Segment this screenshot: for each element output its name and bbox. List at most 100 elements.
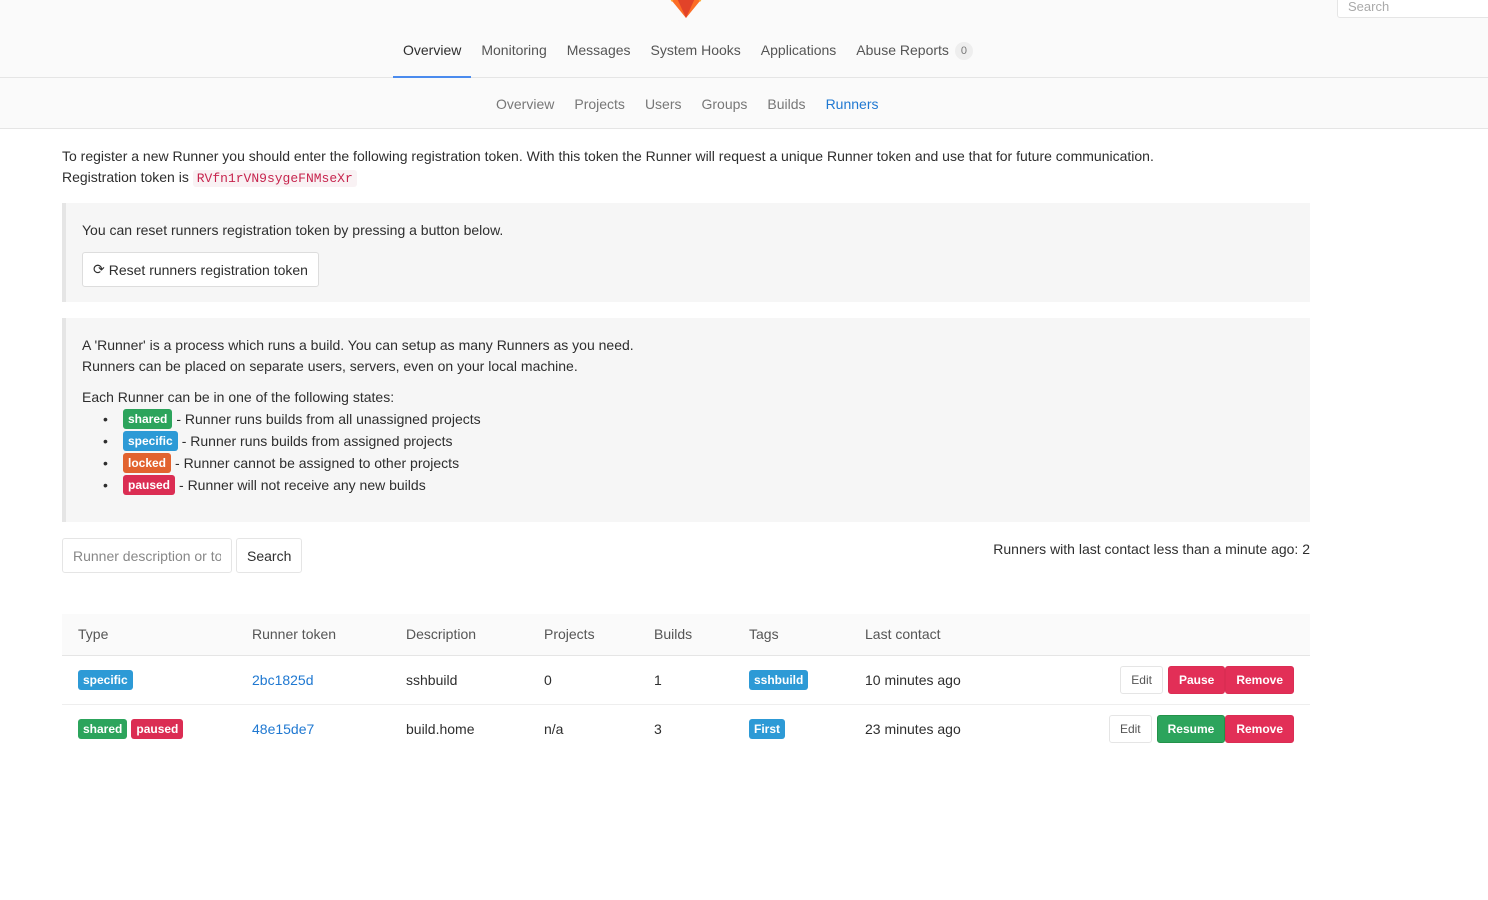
tab-label: Messages <box>566 42 631 58</box>
states-list: • shared - Runner runs builds from all una… <box>103 408 1294 496</box>
subnav-builds[interactable]: Builds <box>757 96 815 112</box>
runner-search-form: Search <box>62 538 303 573</box>
runners-table: Type Runner token Description Projects B… <box>62 614 1310 753</box>
remove-button[interactable]: Remove <box>1225 714 1294 743</box>
col-runner-token: Runner token <box>236 614 390 656</box>
col-actions <box>1029 614 1310 656</box>
state-description: - Runner cannot be assigned to other pro… <box>175 455 460 471</box>
tag-label: sshbuild <box>749 669 809 690</box>
reset-token-well: You can reset runners registration token… <box>62 203 1310 302</box>
token-cell: 2bc1825d <box>236 655 390 705</box>
state-description: - Runner will not receive any new builds <box>179 477 426 493</box>
specific-label: specific <box>78 669 133 690</box>
sub-nav: Overview Projects Users Groups Builds Ru… <box>0 78 1488 129</box>
subnav-projects[interactable]: Projects <box>564 96 635 112</box>
table-row: shared paused 48e15de7 build.home n/a 3 F… <box>62 704 1310 753</box>
description-cell: build.home <box>406 720 475 737</box>
remove-button[interactable]: Remove <box>1225 665 1294 694</box>
tab-abuse-reports[interactable]: Abuse Reports 0 <box>846 28 983 78</box>
info-line-1: A 'Runner' is a process which runs a bui… <box>82 337 634 353</box>
admin-top-nav: Overview Monitoring Messages System Hook… <box>393 28 983 78</box>
global-search-input[interactable] <box>1337 0 1488 18</box>
registration-token-line: Registration token is RVfn1rVN9sygeFNMse… <box>62 167 1322 189</box>
subnav-overview[interactable]: Overview <box>486 96 564 112</box>
col-type: Type <box>62 614 236 656</box>
table-row: specific 2bc1825d sshbuild 0 1 sshbuild … <box>62 655 1310 705</box>
tags-cell: First <box>733 704 849 753</box>
shared-label: shared <box>123 409 173 429</box>
builds-cell: 1 <box>638 655 733 705</box>
tags-cell: sshbuild <box>733 655 849 705</box>
runner-info-well: A 'Runner' is a process which runs a bui… <box>62 318 1310 522</box>
tab-messages[interactable]: Messages <box>557 28 641 78</box>
shared-label: shared <box>78 718 128 739</box>
reset-token-button-label: Reset runners registration token <box>108 261 308 278</box>
tab-monitoring[interactable]: Monitoring <box>471 28 556 78</box>
subnav-users[interactable]: Users <box>635 96 692 112</box>
col-projects: Projects <box>528 614 638 656</box>
state-description: - Runner runs builds from assigned proje… <box>181 433 453 449</box>
reset-token-text: You can reset runners registration token… <box>82 222 504 238</box>
tab-label: Abuse Reports <box>856 42 949 58</box>
tab-label: Overview <box>403 42 462 58</box>
tab-label: Applications <box>760 42 837 58</box>
runner-search-button[interactable]: Search <box>236 538 303 573</box>
type-cell: specific <box>62 655 236 705</box>
last-contact-cell: 23 minutes ago <box>865 720 961 737</box>
table-header-row: Type Runner token Description Projects B… <box>62 614 1310 656</box>
gitlab-logo-icon[interactable] <box>668 0 704 18</box>
resume-button[interactable]: Resume <box>1156 714 1226 743</box>
edit-button[interactable]: Edit <box>1108 714 1152 743</box>
tab-system-hooks[interactable]: System Hooks <box>641 28 751 78</box>
tab-label: System Hooks <box>650 42 741 58</box>
builds-cell: 3 <box>654 720 662 737</box>
projects-cell: n/a <box>544 720 564 737</box>
states-title: Each Runner can be in one of the followi… <box>82 389 395 405</box>
specific-label: specific <box>123 431 178 451</box>
projects-cell: 0 <box>528 655 638 705</box>
state-item: • locked - Runner cannot be assigned to ot… <box>103 452 1294 474</box>
tab-overview[interactable]: Overview <box>393 28 472 78</box>
info-line-2: Runners can be placed on separate users,… <box>82 358 578 374</box>
reset-token-button[interactable]: ⟳ Reset runners registration token <box>82 252 319 287</box>
intro-text: To register a new Runner you should ente… <box>62 148 1154 164</box>
col-tags: Tags <box>733 614 849 656</box>
top-header: Overview Monitoring Messages System Hook… <box>0 0 1488 78</box>
locked-label: locked <box>123 453 172 473</box>
runner-token-link[interactable]: 48e15de7 <box>252 721 314 737</box>
last-contact-cell: 10 minutes ago <box>849 655 1029 705</box>
tag-label: First <box>749 718 786 739</box>
state-item: • specific - Runner runs builds from assig… <box>103 430 1294 452</box>
col-last-contact: Last contact <box>849 614 1029 656</box>
paused-label: paused <box>131 718 184 739</box>
state-description: - Runner runs builds from all unassigned… <box>176 411 481 427</box>
subnav-groups[interactable]: Groups <box>692 96 758 112</box>
actions-cell: Edit Resume Remove <box>1029 704 1310 753</box>
bullet-icon: • <box>103 411 108 427</box>
tab-applications[interactable]: Applications <box>751 28 847 78</box>
token-label: Registration token is <box>62 169 189 185</box>
runner-token-link[interactable]: 2bc1825d <box>252 672 314 688</box>
tab-label: Monitoring <box>481 42 547 58</box>
col-builds: Builds <box>638 614 733 656</box>
state-item: • shared - Runner runs builds from all una… <box>103 408 1294 430</box>
edit-button[interactable]: Edit <box>1120 665 1163 694</box>
state-item: • paused - Runner will not receive any new… <box>103 474 1294 496</box>
abuse-reports-count-badge: 0 <box>954 42 973 60</box>
paused-label: paused <box>123 475 176 495</box>
refresh-icon: ⟳ <box>93 261 105 277</box>
runner-search-input[interactable] <box>62 538 232 573</box>
description-cell: sshbuild <box>390 655 528 705</box>
token-cell: 48e15de7 <box>236 704 390 753</box>
type-cell: shared paused <box>62 704 236 753</box>
registration-intro: To register a new Runner you should ente… <box>62 146 1322 189</box>
pause-button[interactable]: Pause <box>1167 665 1226 694</box>
subnav-runners[interactable]: Runners <box>816 96 889 112</box>
actions-cell: Edit Pause Remove <box>1029 655 1310 705</box>
bullet-icon: • <box>103 433 108 449</box>
bullet-icon: • <box>103 455 108 471</box>
registration-token: RVfn1rVN9sygeFNMseXr <box>192 170 357 187</box>
online-runners-count: Runners with last contact less than a mi… <box>993 541 1310 557</box>
bullet-icon: • <box>103 477 108 493</box>
col-description: Description <box>390 614 528 656</box>
